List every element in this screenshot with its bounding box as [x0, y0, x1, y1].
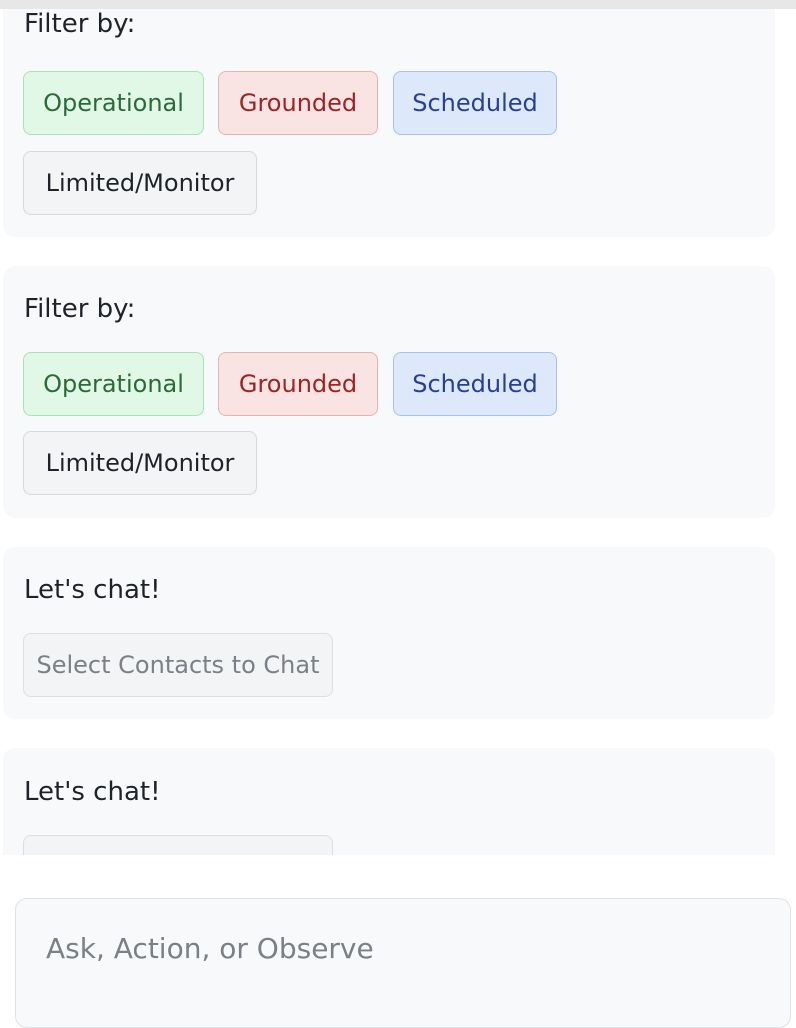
filter-grounded-button[interactable]: Grounded	[218, 352, 378, 416]
chat-card: Let's chat! Select Contacts to Chat	[3, 547, 775, 719]
filter-card-title: Filter by:	[24, 9, 136, 39]
select-contacts-button[interactable]: Select Contacts to Chat	[23, 633, 333, 697]
composer	[15, 898, 791, 1028]
filter-limited-monitor-button[interactable]: Limited/Monitor	[23, 151, 257, 215]
chat-card-title: Let's chat!	[24, 777, 161, 807]
filter-card: Filter by: Operational Grounded Schedule…	[3, 9, 775, 237]
filter-operational-button[interactable]: Operational	[23, 352, 204, 416]
filter-card: Filter by: Operational Grounded Schedule…	[3, 266, 775, 518]
filter-card-title: Filter by:	[24, 294, 136, 324]
filter-operational-button[interactable]: Operational	[23, 71, 204, 135]
select-contacts-button[interactable]	[23, 835, 333, 855]
filter-scheduled-button[interactable]: Scheduled	[393, 352, 557, 416]
message-feed[interactable]: Filter by: Operational Grounded Schedule…	[0, 9, 796, 855]
filter-limited-monitor-button[interactable]: Limited/Monitor	[23, 431, 257, 495]
chat-card: Let's chat!	[3, 748, 775, 855]
chat-card-title: Let's chat!	[24, 575, 161, 605]
top-scroll-edge	[0, 0, 796, 9]
filter-grounded-button[interactable]: Grounded	[218, 71, 378, 135]
filter-scheduled-button[interactable]: Scheduled	[393, 71, 557, 135]
composer-input[interactable]	[46, 929, 746, 969]
